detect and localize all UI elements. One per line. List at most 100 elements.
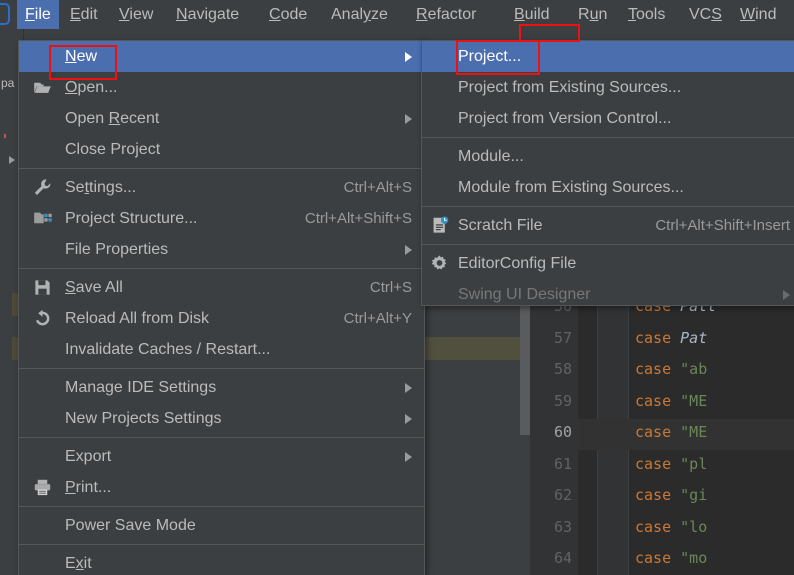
menubar-item-build[interactable]: Build [506, 0, 558, 29]
menu-item-file-properties[interactable]: File Properties [19, 234, 424, 265]
menu-item-label: Project Structure... [65, 210, 198, 227]
menu-separator [19, 544, 424, 545]
menu-item-open-recent[interactable]: Open Recent [19, 103, 424, 134]
menu-item-label: Module from Existing Sources... [458, 179, 684, 196]
menu-separator [19, 168, 424, 169]
menubar-item-wind[interactable]: Wind [732, 0, 784, 29]
gutter-modified-line [424, 337, 520, 360]
menu-item-save-all[interactable]: Save All Ctrl+S [19, 272, 424, 303]
menu-item-label: Project from Version Control... [458, 110, 672, 127]
menu-item-module-from-existing-sources[interactable]: Module from Existing Sources... [422, 172, 794, 203]
menu-item-shortcut: Ctrl+Alt+Y [343, 310, 412, 327]
line-number: 61 [553, 454, 572, 473]
menubar-item-view[interactable]: View [111, 0, 161, 29]
menu-item-module[interactable]: Module... [422, 141, 794, 172]
menu-item-scratch-file[interactable]: Scratch File Ctrl+Alt+Shift+Insert [422, 210, 794, 241]
app-logo-icon [0, 3, 10, 25]
menubar-item-refactor[interactable]: Refactor [408, 0, 484, 29]
folder-open-icon [34, 82, 51, 93]
menu-item-label: Print... [65, 479, 112, 496]
main-menu-bar: File Edit View Navigate Code Analyze Refactor B… [0, 0, 794, 29]
line-number: 60 [553, 423, 572, 441]
line-number: 57 [553, 328, 572, 347]
menu-item-project-structure[interactable]: Project Structure... Ctrl+Alt+Shift+S [19, 203, 424, 234]
code-line: case "pl [635, 454, 708, 473]
gear-icon [431, 255, 447, 270]
menu-item-label: Project from Existing Sources... [458, 79, 682, 96]
ide-window: pa 56 case Patt 57 case Pat 58 case "ab 59 case… [0, 0, 794, 575]
menubar-item-tools[interactable]: Tools [620, 0, 673, 29]
menu-separator [19, 506, 424, 507]
menu-item-shortcut: Ctrl+Alt+Shift+S [304, 210, 412, 227]
submenu-arrow-icon [405, 114, 412, 124]
new-submenu-dropdown: Project... Project from Existing Sources.… [421, 40, 794, 306]
menu-separator [422, 206, 794, 207]
menu-item-label: Reload All from Disk [65, 310, 210, 327]
menu-item-project-from-existing-sources[interactable]: Project from Existing Sources... [422, 72, 794, 103]
menu-item-label: New Projects Settings [65, 410, 222, 427]
menu-item-label: Save All [65, 279, 123, 296]
menubar-item-file[interactable]: File [17, 0, 59, 29]
file-menu-dropdown: New Open... Open Recent Close Project Settin… [18, 40, 425, 575]
line-number: 64 [553, 549, 572, 567]
menu-item-project[interactable]: Project... [422, 41, 794, 72]
code-line: case "lo [635, 517, 708, 536]
code-line: case "ME [635, 391, 708, 410]
menu-item-label: Module... [458, 148, 524, 165]
menu-item-label: Power Save Mode [65, 517, 196, 534]
submenu-arrow-icon [405, 383, 412, 393]
scratch-file-icon [433, 216, 449, 233]
menu-item-project-from-version-control[interactable]: Project from Version Control... [422, 103, 794, 134]
submenu-arrow-icon [405, 245, 412, 255]
menu-item-label: Export [65, 448, 112, 465]
menu-item-export[interactable]: Export [19, 441, 424, 472]
menu-item-label: EditorConfig File [458, 255, 577, 272]
line-number: 58 [553, 360, 572, 378]
menu-item-label: Project... [458, 48, 522, 65]
project-structure-icon [34, 212, 52, 224]
menu-item-invalidate-caches-restart[interactable]: Invalidate Caches / Restart... [19, 334, 424, 365]
menu-item-manage-ide-settings[interactable]: Manage IDE Settings [19, 372, 424, 403]
menubar-item-navigate[interactable]: Navigate [168, 0, 247, 29]
menu-item-label: Settings... [65, 179, 137, 196]
menu-item-swing-ui-designer: Swing UI Designer [422, 279, 794, 310]
menu-item-label: Open... [65, 79, 118, 96]
menu-item-shortcut: Ctrl+Alt+Shift+Insert [655, 217, 790, 234]
menubar-item-code[interactable]: Code [261, 0, 315, 29]
menu-item-label: Invalidate Caches / Restart... [65, 341, 271, 358]
menu-item-shortcut: Ctrl+S [369, 279, 412, 296]
menu-item-label: Close Project [65, 141, 161, 158]
menu-separator [19, 368, 424, 369]
reload-icon [35, 309, 50, 326]
menubar-item-run[interactable]: Run [570, 0, 615, 29]
code-line: case "ab [635, 360, 708, 378]
line-number: 59 [553, 391, 572, 410]
menu-item-reload-all-from-disk[interactable]: Reload All from Disk Ctrl+Alt+Y [19, 303, 424, 334]
editor-scrollbar-thumb[interactable] [520, 303, 530, 435]
error-stripe-marker [4, 134, 6, 138]
menu-item-label: Manage IDE Settings [65, 379, 217, 396]
menubar-item-vcs[interactable]: VCS [681, 0, 730, 29]
menu-item-power-save-mode[interactable]: Power Save Mode [19, 510, 424, 541]
printer-icon [34, 479, 51, 496]
menu-item-close-project[interactable]: Close Project [19, 134, 424, 165]
submenu-arrow-icon [405, 452, 412, 462]
menubar-item-edit[interactable]: Edit [62, 0, 106, 29]
menu-item-label: Scratch File [458, 217, 543, 234]
menu-item-label: File Properties [65, 241, 169, 258]
menu-item-exit[interactable]: Exit [19, 548, 424, 575]
menu-item-settings[interactable]: Settings... Ctrl+Alt+S [19, 172, 424, 203]
menubar-item-analyze[interactable]: Analyze [323, 0, 396, 29]
menu-item-new-projects-settings[interactable]: New Projects Settings [19, 403, 424, 434]
code-line: case Pat [635, 328, 708, 347]
menu-item-new[interactable]: New [19, 41, 424, 72]
menu-item-open[interactable]: Open... [19, 72, 424, 103]
menu-item-label: Open Recent [65, 110, 160, 127]
tree-expand-arrow-icon[interactable] [9, 156, 15, 164]
menu-item-shortcut: Ctrl+Alt+S [343, 179, 412, 196]
project-panel-label: pa [1, 76, 15, 90]
line-number: 63 [553, 517, 572, 536]
menu-item-label: New [65, 48, 98, 65]
menu-item-print[interactable]: Print... [19, 472, 424, 503]
menu-item-editorconfig-file[interactable]: EditorConfig File [422, 248, 794, 279]
